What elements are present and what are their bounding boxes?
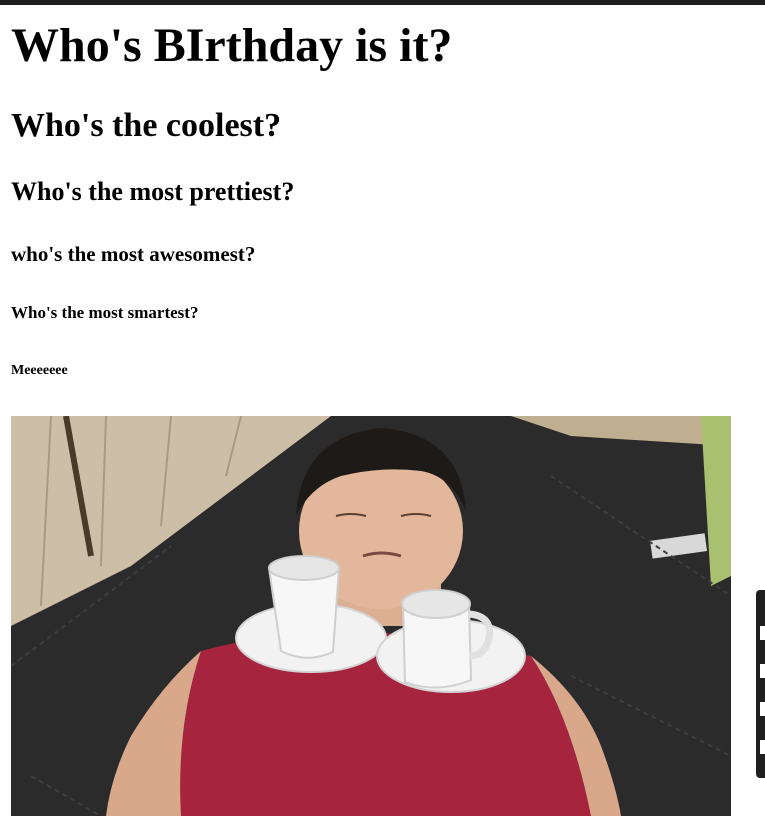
heading-smartest: Who's the most smartest? [11, 303, 199, 322]
birthday-gif-image [11, 416, 731, 816]
side-toolbar-widget[interactable] [756, 590, 765, 778]
heading-me: Meeeeeee [11, 363, 68, 378]
heading-prettiest: Who's the most prettiest? [11, 177, 295, 206]
heading-awesomest: who's the most awesomest? [11, 242, 256, 266]
top-bar [0, 0, 765, 5]
heading-birthday: Who's BIrthday is it? [11, 19, 453, 72]
heading-coolest: Who's the coolest? [11, 107, 282, 144]
